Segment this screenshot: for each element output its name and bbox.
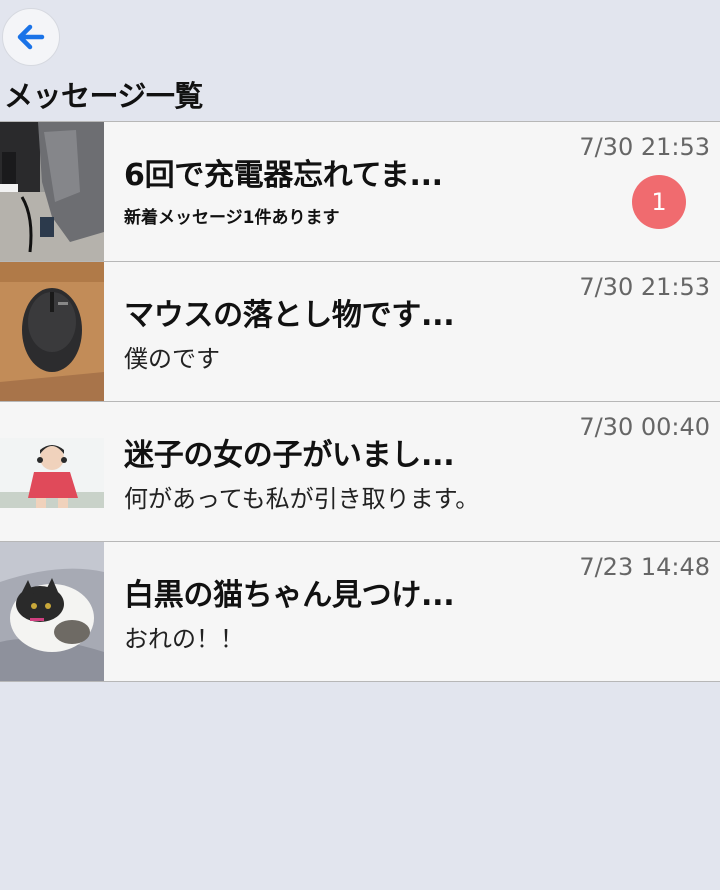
- message-list: 6回で充電器忘れてま... 新着メッセージ1件あります 7/30 21:53 1…: [0, 121, 720, 682]
- message-timestamp: 7/23 14:48: [579, 553, 710, 581]
- message-thumbnail: [0, 122, 104, 261]
- message-item[interactable]: 白黒の猫ちゃん見つけ... おれの！！ 7/23 14:48: [0, 542, 720, 682]
- message-preview: 僕のです: [124, 345, 220, 373]
- message-timestamp: 7/30 21:53: [579, 273, 710, 301]
- message-title: 白黒の猫ちゃん見つけ...: [124, 578, 455, 613]
- message-item[interactable]: 6回で充電器忘れてま... 新着メッセージ1件あります 7/30 21:53 1: [0, 122, 720, 262]
- message-timestamp: 7/30 00:40: [579, 413, 710, 441]
- message-thumbnail: [0, 402, 104, 541]
- message-item[interactable]: マウスの落とし物です... 僕のです 7/30 21:53: [0, 262, 720, 402]
- message-timestamp: 7/30 21:53: [579, 133, 710, 161]
- message-item[interactable]: 迷子の女の子がいまし... 何があっても私が引き取ります。 7/30 00:40: [0, 402, 720, 542]
- message-thumbnail: [0, 262, 104, 401]
- message-preview: おれの！！: [124, 625, 244, 653]
- message-title: 6回で充電器忘れてま...: [124, 158, 443, 193]
- back-button[interactable]: [2, 8, 60, 66]
- message-title: 迷子の女の子がいまし...: [124, 438, 455, 473]
- message-preview: 新着メッセージ1件あります: [124, 208, 340, 228]
- page-title: メッセージ一覧: [4, 79, 203, 113]
- unread-badge: 1: [632, 175, 686, 229]
- message-preview: 何があっても私が引き取ります。: [124, 485, 480, 513]
- arrow-left-icon: [17, 24, 45, 50]
- message-thumbnail: [0, 542, 104, 681]
- message-title: マウスの落とし物です...: [124, 298, 455, 333]
